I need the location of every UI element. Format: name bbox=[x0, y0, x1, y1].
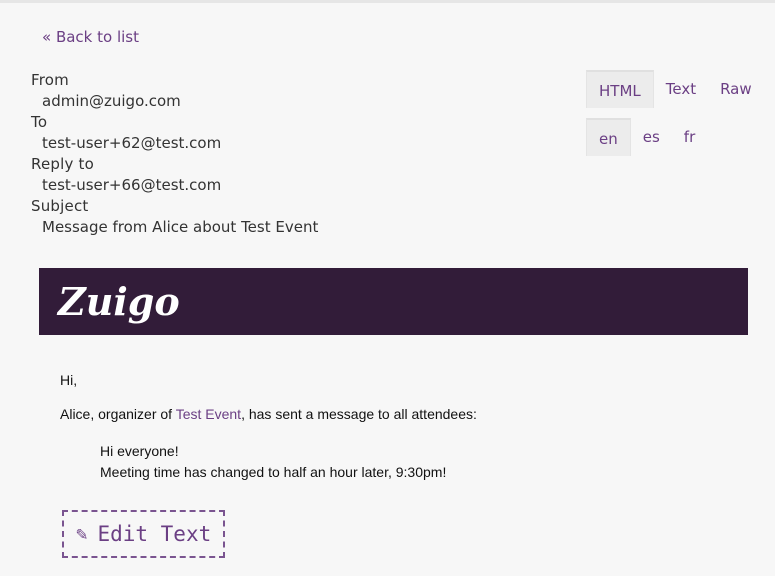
reply-to-label: Reply to bbox=[31, 155, 94, 173]
intro-suffix: , has sent a message to all attendees: bbox=[241, 406, 477, 422]
tab-text[interactable]: Text bbox=[654, 70, 708, 108]
event-link[interactable]: Test Event bbox=[176, 406, 241, 422]
back-to-list-link[interactable]: « Back to list bbox=[42, 28, 139, 46]
subject-label: Subject bbox=[31, 197, 89, 215]
subject-value: Message from Alice about Test Event bbox=[42, 218, 319, 236]
organizer-message: Hi everyone! Meeting time has changed to… bbox=[100, 441, 446, 483]
from-label: From bbox=[31, 71, 69, 89]
message-line-1: Hi everyone! bbox=[100, 443, 179, 459]
view-format-tabs: HTML Text Raw bbox=[586, 70, 764, 108]
edit-text-button[interactable]: ✎ Edit Text bbox=[62, 510, 225, 558]
email-greeting: Hi, bbox=[60, 372, 78, 388]
svg-text:Zuigo: Zuigo bbox=[56, 279, 180, 324]
zuigo-logo: Zuigo bbox=[56, 279, 180, 324]
language-tabs: en es fr bbox=[586, 118, 707, 156]
to-label: To bbox=[31, 113, 48, 131]
to-value: test-user+62@test.com bbox=[42, 134, 222, 152]
message-line-2: Meeting time has changed to half an hour… bbox=[100, 464, 447, 480]
email-content: Zuigo Hi, Alice, organizer of Test Event… bbox=[39, 268, 748, 576]
email-preview-page: « Back to list From admin@zuigo.com To t… bbox=[0, 0, 775, 576]
tab-lang-en[interactable]: en bbox=[586, 118, 631, 156]
pencil-icon: ✎ bbox=[76, 523, 88, 545]
email-intro: Alice, organizer of Test Event, has sent… bbox=[60, 406, 477, 422]
email-header-banner: Zuigo bbox=[39, 268, 748, 335]
tab-lang-fr[interactable]: fr bbox=[672, 118, 707, 154]
edit-text-label: Edit Text bbox=[97, 522, 212, 546]
tab-raw[interactable]: Raw bbox=[708, 70, 764, 108]
tab-lang-es[interactable]: es bbox=[631, 118, 672, 154]
reply-to-value: test-user+66@test.com bbox=[42, 176, 222, 194]
from-value: admin@zuigo.com bbox=[42, 92, 181, 110]
intro-prefix: Alice, organizer of bbox=[60, 406, 176, 422]
tab-html[interactable]: HTML bbox=[586, 70, 654, 108]
email-metadata: From admin@zuigo.com To test-user+62@tes… bbox=[31, 70, 551, 238]
